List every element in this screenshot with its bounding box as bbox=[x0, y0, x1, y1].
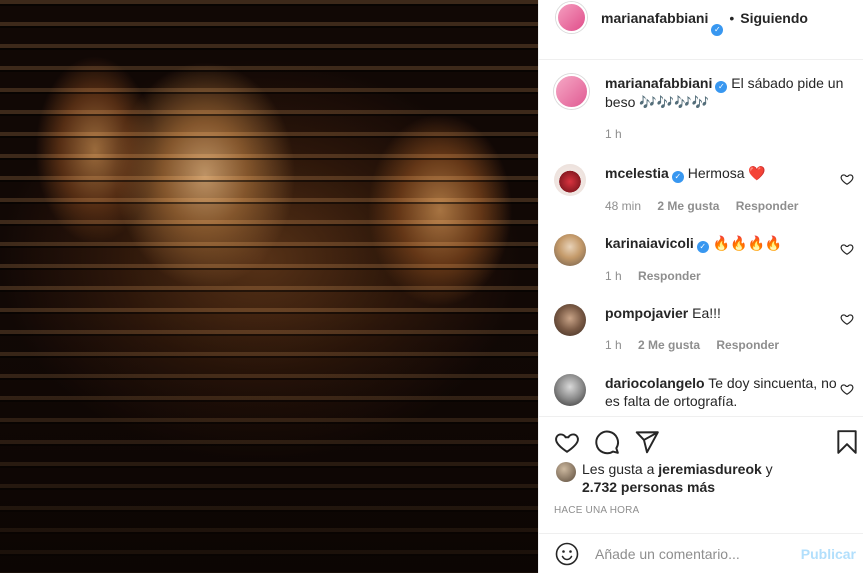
post-side-panel: marianafabbiani ✓ • Siguiendo marianafab… bbox=[538, 0, 863, 573]
commenter-avatar[interactable] bbox=[554, 374, 586, 406]
comment-username[interactable]: mcelestia bbox=[605, 165, 669, 181]
likes-connector: y bbox=[765, 461, 773, 477]
comment-icon[interactable] bbox=[594, 429, 620, 455]
likes-prefix: Les gusta a bbox=[582, 461, 655, 477]
comment-text: Hermosa bbox=[687, 165, 745, 181]
smiley-icon[interactable] bbox=[555, 542, 579, 566]
caption-time[interactable]: 1 h bbox=[605, 127, 622, 141]
likes-summary: Les gusta a jeremiasdureok y 2.732 perso… bbox=[556, 460, 856, 496]
post-header: marianafabbiani ✓ • Siguiendo bbox=[539, 0, 863, 60]
comment-emoji: ❤️ bbox=[748, 165, 766, 181]
separator-dot: • bbox=[729, 9, 735, 26]
reply-button[interactable]: Responder bbox=[716, 338, 779, 352]
comment-item: mcelestia ✓ Hermosa ❤️ 48 min 2 Me gusta … bbox=[554, 164, 854, 215]
author-avatar[interactable] bbox=[556, 2, 587, 33]
post-photo[interactable] bbox=[0, 0, 538, 573]
comment-username[interactable]: pompojavier bbox=[605, 305, 688, 321]
comment-text: Ea!!! bbox=[692, 305, 721, 321]
post-timestamp[interactable]: HACE UNA HORA bbox=[554, 505, 639, 516]
caption-username[interactable]: marianafabbiani bbox=[605, 75, 712, 91]
comment-item: pompojavier Ea!!! 1 h 2 Me gusta Respond… bbox=[554, 304, 854, 354]
comment-item: karinaiavicoli ✓ 🔥🔥🔥🔥 1 h Responder bbox=[554, 234, 854, 285]
verified-badge-icon: ✓ bbox=[671, 171, 684, 183]
paper-plane-icon[interactable] bbox=[634, 429, 660, 455]
liker-avatar[interactable] bbox=[556, 462, 576, 482]
post-actions-bar bbox=[539, 416, 863, 464]
comment-item: dariocolangelo Te doy sincuenta, no es f… bbox=[554, 374, 854, 410]
likes-count[interactable]: 2.732 personas más bbox=[582, 479, 715, 495]
commenter-avatar[interactable] bbox=[554, 304, 586, 336]
following-button[interactable]: Siguiendo bbox=[740, 10, 808, 26]
comments-list[interactable]: marianafabbiani ✓ El sábado pide un beso … bbox=[539, 60, 863, 415]
comment-like-heart-icon[interactable] bbox=[840, 242, 854, 256]
verified-badge-icon: ✓ bbox=[715, 81, 728, 93]
bookmark-icon[interactable] bbox=[834, 429, 860, 455]
reply-button[interactable]: Responder bbox=[736, 199, 799, 213]
commenter-avatar[interactable] bbox=[554, 164, 586, 196]
verified-badge-icon: ✓ bbox=[696, 241, 709, 253]
comment-time[interactable]: 1 h bbox=[605, 338, 622, 352]
comment-time[interactable]: 1 h bbox=[605, 269, 622, 283]
caption-emoji: 🎶🎶🎶🎶 bbox=[639, 94, 709, 110]
post-comment-button[interactable]: Publicar bbox=[801, 546, 856, 562]
reply-button[interactable]: Responder bbox=[638, 269, 701, 283]
liker-username[interactable]: jeremiasdureok bbox=[658, 461, 762, 477]
comment-emoji: 🔥🔥🔥🔥 bbox=[712, 235, 783, 251]
comment-composer: Publicar bbox=[539, 533, 863, 573]
heart-icon[interactable] bbox=[554, 429, 580, 455]
author-avatar[interactable] bbox=[554, 74, 589, 109]
comment-username[interactable]: dariocolangelo bbox=[605, 375, 705, 391]
commenter-avatar[interactable] bbox=[554, 234, 586, 266]
comment-likes[interactable]: 2 Me gusta bbox=[657, 199, 719, 213]
caption: marianafabbiani ✓ El sábado pide un beso … bbox=[554, 74, 854, 143]
comment-username[interactable]: karinaiavicoli bbox=[605, 235, 694, 251]
comment-input[interactable] bbox=[595, 545, 795, 562]
comment-likes[interactable]: 2 Me gusta bbox=[638, 338, 700, 352]
comment-like-heart-icon[interactable] bbox=[840, 172, 854, 186]
verified-badge-icon: ✓ bbox=[711, 23, 724, 36]
author-username[interactable]: marianafabbiani bbox=[601, 10, 708, 26]
comment-like-heart-icon[interactable] bbox=[840, 382, 854, 396]
comment-like-heart-icon[interactable] bbox=[840, 312, 854, 326]
comment-time[interactable]: 48 min bbox=[605, 199, 641, 213]
